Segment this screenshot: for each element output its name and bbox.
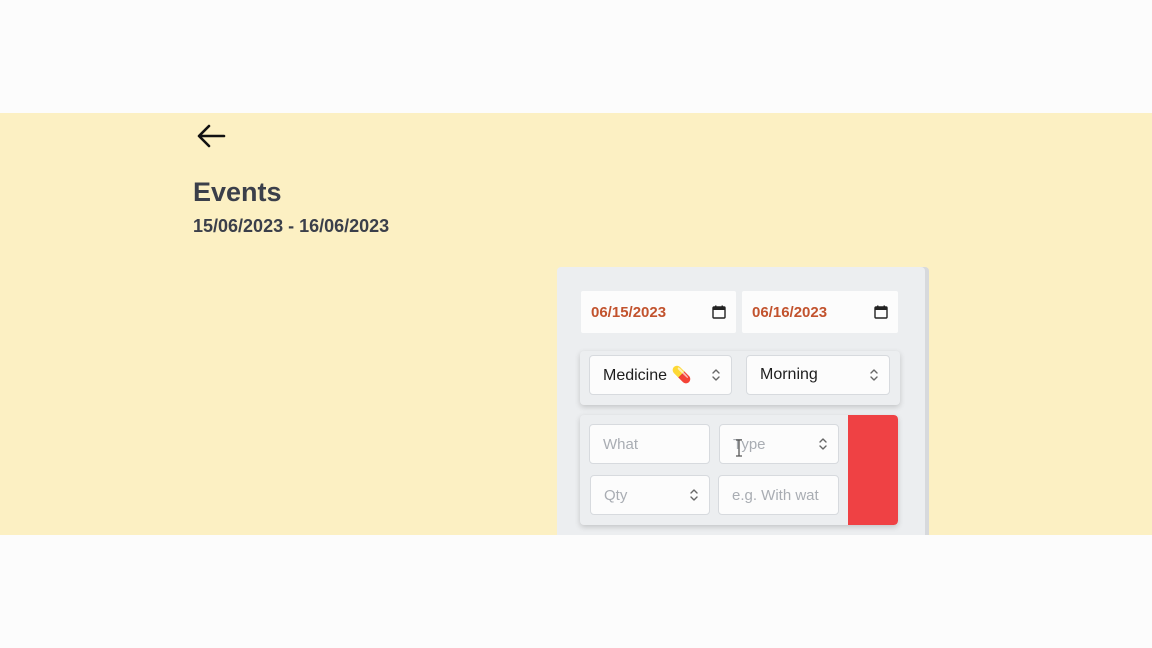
type-select[interactable]: Type [719, 424, 839, 464]
medicine-item-card: What Type Qty e.g. With wat [580, 415, 898, 525]
time-of-day-select[interactable]: Morning [746, 355, 890, 395]
category-value: Medicine 💊 [603, 367, 692, 384]
event-type-card: Medicine 💊 Morning [580, 351, 900, 405]
chevron-updown-icon [690, 489, 698, 501]
note-placeholder: e.g. With wat [732, 486, 819, 504]
what-input[interactable]: What [589, 424, 710, 464]
time-of-day-value: Morning [760, 366, 818, 383]
calendar-icon[interactable] [712, 305, 726, 319]
remove-item-button[interactable] [848, 415, 898, 525]
date-from-value: 06/15/2023 [591, 303, 667, 321]
bottom-bar [0, 535, 1152, 648]
main-content: Events 15/06/2023 - 16/06/2023 06/15/202… [0, 113, 1152, 535]
text-cursor-icon [736, 439, 742, 457]
arrow-left-icon [197, 124, 226, 148]
chevron-updown-icon [819, 438, 827, 450]
date-to-input[interactable]: 06/16/2023 [742, 291, 898, 333]
event-form-panel: 06/15/2023 06/16/2023 Medicine 💊 Morning… [557, 267, 925, 535]
chevron-updown-icon [870, 369, 878, 381]
top-bar [0, 0, 1152, 113]
date-to-value: 06/16/2023 [752, 303, 828, 321]
note-input[interactable]: e.g. With wat [718, 475, 839, 515]
page-title: Events [193, 177, 282, 207]
date-range: 15/06/2023 - 16/06/2023 [193, 216, 390, 236]
what-placeholder: What [603, 435, 639, 453]
calendar-icon[interactable] [874, 305, 888, 319]
date-from-input[interactable]: 06/15/2023 [581, 291, 736, 333]
qty-select[interactable]: Qty [590, 475, 710, 515]
chevron-updown-icon [712, 369, 720, 381]
qty-placeholder: Qty [604, 486, 628, 504]
category-select[interactable]: Medicine 💊 [589, 355, 732, 395]
back-button[interactable] [193, 121, 229, 151]
